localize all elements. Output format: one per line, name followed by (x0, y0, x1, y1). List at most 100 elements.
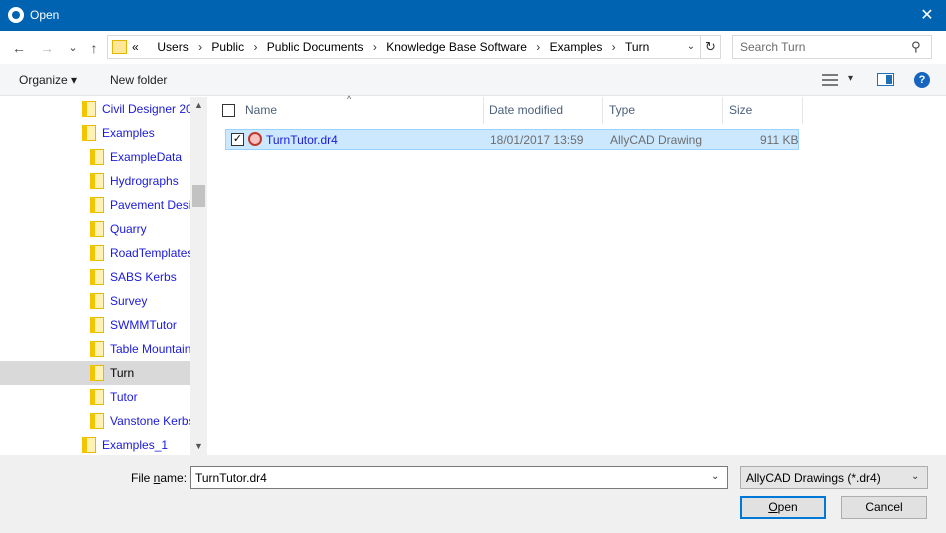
open-button[interactable]: Open (740, 496, 826, 519)
file-type: AllyCAD Drawing (610, 133, 703, 147)
column-header-name[interactable]: Name (245, 97, 277, 124)
breadcrumb-item-turn[interactable]: Turn (625, 36, 649, 58)
column-divider[interactable] (602, 97, 603, 124)
breadcrumb-item-examples[interactable]: Examples (550, 36, 603, 58)
up-arrow-icon[interactable]: ↑ (85, 39, 103, 57)
folder-icon (90, 173, 104, 189)
tree-item-pavement-design[interactable]: Pavement Desi (0, 193, 192, 217)
tree-item-sabs-kerbs[interactable]: SABS Kerbs (0, 265, 190, 289)
window-title: Open (30, 8, 60, 22)
forward-arrow-icon[interactable]: → (38, 39, 56, 57)
breadcrumb-item-users[interactable]: Users (157, 36, 188, 58)
tree-item-label: Tutor (110, 390, 138, 404)
tree-item-label: Civil Designer 20 (102, 102, 193, 116)
folder-icon (90, 317, 104, 333)
folder-icon (90, 269, 104, 285)
tree-item-civil-designer[interactable]: Civil Designer 20 (0, 97, 193, 121)
folder-icon (90, 389, 104, 405)
file-date: 18/01/2017 13:59 (490, 133, 584, 147)
tree-item-label: Table Mountain (110, 342, 192, 356)
tree-item-swmmtutor[interactable]: SWMMTutor (0, 313, 190, 337)
tree-item-examples[interactable]: Examples (0, 121, 190, 145)
close-button[interactable]: ✕ (908, 0, 946, 31)
command-bar: Organize ▾ New folder ▾ ? (0, 64, 946, 96)
tree-item-vanstone-kerbs[interactable]: Vanstone Kerbs (0, 409, 195, 433)
file-name-value[interactable]: TurnTutor.dr4 (195, 471, 267, 485)
chevron-right-icon[interactable]: › (192, 36, 208, 58)
title-bar: Open ✕ (0, 0, 946, 31)
chevron-right-icon[interactable]: › (606, 36, 622, 58)
chevron-down-icon[interactable]: ⌄ (911, 471, 919, 482)
column-divider[interactable] (802, 97, 803, 124)
tree-item-quarry[interactable]: Quarry (0, 217, 190, 241)
column-header-size[interactable]: Size (729, 97, 752, 124)
tree-item-tutor[interactable]: Tutor (0, 385, 190, 409)
tree-item-table-mountain[interactable]: Table Mountain (0, 337, 192, 361)
file-name-input[interactable]: TurnTutor.dr4 ⌄ (190, 466, 728, 489)
scroll-up-icon[interactable]: ▲ (190, 100, 207, 110)
breadcrumb-overflow[interactable]: « (132, 36, 139, 58)
scroll-thumb[interactable] (192, 185, 205, 207)
file-row[interactable]: ✓ TurnTutor.dr4 18/01/2017 13:59 AllyCAD… (225, 129, 799, 150)
folder-icon (90, 293, 104, 309)
sort-ascending-icon: ^ (347, 94, 352, 104)
breadcrumb-item-public-documents[interactable]: Public Documents (267, 36, 364, 58)
navigation-pane: Civil Designer 20 Examples ExampleData H… (0, 97, 208, 455)
allycad-file-icon (248, 132, 262, 146)
view-dropdown-icon[interactable]: ▾ (848, 73, 853, 84)
breadcrumb-item-knowledge-base-software[interactable]: Knowledge Base Software (386, 36, 527, 58)
tree-item-label: Pavement Desi (110, 198, 192, 212)
tree-item-exampledata[interactable]: ExampleData (0, 145, 190, 169)
file-size: 911 KB (760, 133, 799, 147)
preview-pane-icon[interactable] (877, 73, 894, 86)
tree-item-examples-1[interactable]: Examples_1 (0, 433, 190, 455)
tree-item-survey[interactable]: Survey (0, 289, 190, 313)
file-list: ^ Name Date modified Type Size ✓ TurnTut… (208, 94, 946, 455)
folder-icon (82, 125, 96, 141)
breadcrumb-item-public[interactable]: Public (211, 36, 244, 58)
help-icon[interactable]: ? (914, 72, 930, 88)
breadcrumb: « Users › Public › Public Documents › Kn… (132, 36, 649, 58)
new-folder-button[interactable]: New folder (110, 73, 167, 87)
tree-item-label: Survey (110, 294, 148, 308)
chevron-right-icon[interactable]: › (247, 36, 263, 58)
folder-icon (90, 149, 104, 165)
tree-item-label: SWMMTutor (110, 318, 177, 332)
tree-item-label: Examples_1 (102, 438, 169, 452)
file-type-select[interactable]: AllyCAD Drawings (*.dr4) ⌄ (740, 466, 928, 489)
chevron-down-icon[interactable]: ⌄ (682, 36, 700, 58)
navigation-scrollbar[interactable]: ▲ ▼ (190, 97, 207, 455)
column-divider[interactable] (483, 97, 484, 124)
chevron-right-icon[interactable]: › (367, 36, 383, 58)
view-options-icon[interactable] (822, 74, 838, 86)
tree-item-label: Quarry (110, 222, 147, 236)
cancel-button[interactable]: Cancel (841, 496, 927, 519)
search-input[interactable]: Search Turn (740, 40, 805, 54)
back-arrow-icon[interactable]: ← (10, 39, 28, 57)
tree-item-label: Hydrographs (110, 174, 179, 188)
scroll-down-icon[interactable]: ▼ (190, 441, 207, 451)
recent-locations-icon[interactable]: ⌄ (64, 39, 82, 57)
folder-icon (82, 437, 96, 453)
folder-icon (90, 245, 104, 261)
tree-item-label: Examples (102, 126, 155, 140)
chevron-right-icon[interactable]: › (530, 36, 546, 58)
chevron-down-icon[interactable]: ⌄ (711, 471, 719, 482)
tree-item-roadtemplates[interactable]: RoadTemplates (0, 241, 194, 265)
tree-item-hydrographs[interactable]: Hydrographs (0, 169, 190, 193)
search-box[interactable]: Search Turn ⚲ (732, 35, 932, 59)
search-icon[interactable]: ⚲ (911, 39, 921, 55)
row-checkbox[interactable]: ✓ (231, 133, 244, 146)
tree-item-label: RoadTemplates (110, 246, 194, 260)
select-all-checkbox[interactable] (222, 104, 235, 117)
column-divider[interactable] (722, 97, 723, 124)
refresh-icon[interactable]: ↻ (700, 36, 720, 58)
navigation-bar: ← → ⌄ ↑ « Users › Public › Public Docume… (0, 31, 946, 64)
tree-item-turn[interactable]: Turn (0, 361, 190, 385)
column-header-type[interactable]: Type (609, 97, 635, 124)
dialog-footer: File name: TurnTutor.dr4 ⌄ AllyCAD Drawi… (0, 455, 946, 533)
column-header-date-modified[interactable]: Date modified (489, 97, 563, 124)
organize-button[interactable]: Organize ▾ (19, 73, 77, 87)
address-bar[interactable]: « Users › Public › Public Documents › Kn… (107, 35, 721, 59)
tree-item-label: Turn (110, 366, 135, 380)
